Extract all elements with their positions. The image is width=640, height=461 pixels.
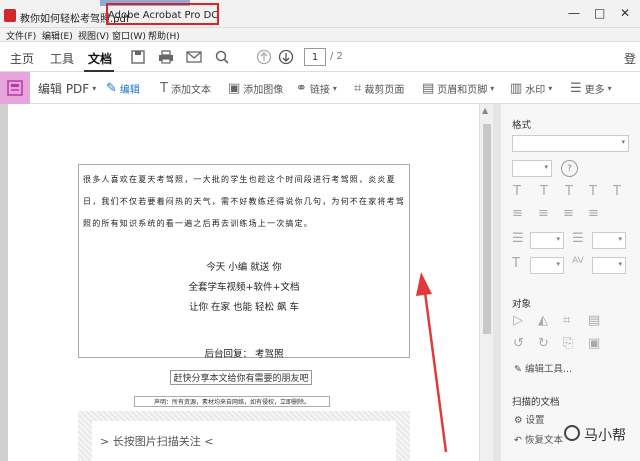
red-arrow-annotation [416,272,448,453]
